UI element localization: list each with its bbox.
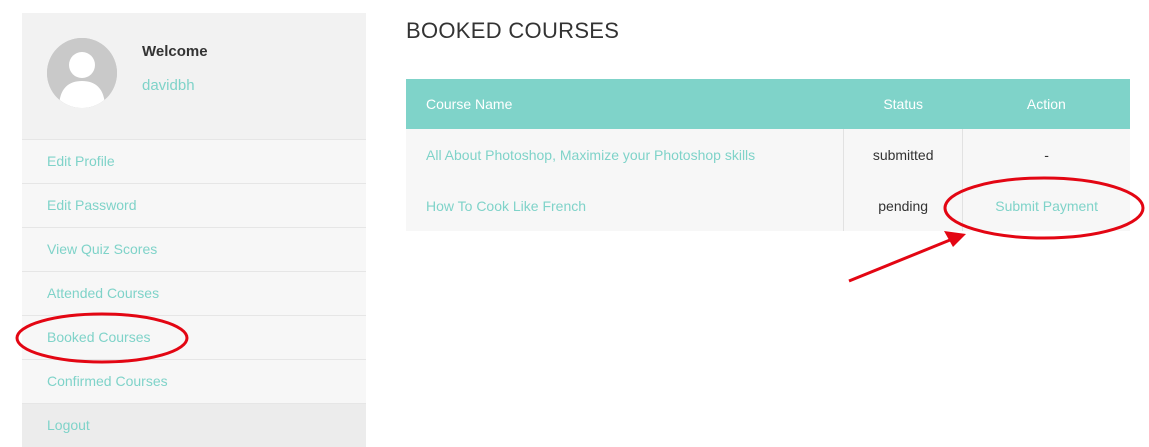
sidebar-item-attended-courses[interactable]: Attended Courses — [22, 271, 366, 315]
sidebar-item-confirmed-courses[interactable]: Confirmed Courses — [22, 359, 366, 403]
avatar — [47, 38, 117, 108]
profile-panel: Welcome davidbh — [22, 13, 366, 139]
sidebar-item-edit-profile[interactable]: Edit Profile — [22, 139, 366, 183]
user-silhouette-icon — [47, 38, 117, 108]
sidebar-item-logout[interactable]: Logout — [22, 403, 366, 447]
action-cell: Submit Payment — [962, 180, 1130, 231]
sidebar-menu: Edit Profile Edit Password View Quiz Sco… — [22, 139, 366, 447]
course-name-cell: All About Photoshop, Maximize your Photo… — [406, 129, 845, 180]
sidebar: Welcome davidbh Edit Profile Edit Passwo… — [22, 13, 366, 447]
booked-courses-table: Course Name Status Action All About Phot… — [406, 79, 1130, 231]
column-header-course-name: Course Name — [406, 79, 844, 129]
sidebar-item-edit-password[interactable]: Edit Password — [22, 183, 366, 227]
table-header-row: Course Name Status Action — [406, 79, 1130, 129]
column-header-action: Action — [962, 79, 1130, 129]
status-cell: pending — [843, 180, 964, 231]
column-header-status: Status — [843, 79, 963, 129]
sidebar-item-view-quiz-scores[interactable]: View Quiz Scores — [22, 227, 366, 271]
course-name-link[interactable]: All About Photoshop, Maximize your Photo… — [426, 147, 755, 163]
status-cell: submitted — [843, 129, 964, 180]
sidebar-item-booked-courses[interactable]: Booked Courses — [22, 315, 366, 359]
welcome-text: Welcome — [142, 43, 208, 60]
course-name-link[interactable]: How To Cook Like French — [426, 198, 586, 214]
page-title: BOOKED COURSES — [406, 18, 620, 43]
username[interactable]: davidbh — [142, 77, 195, 94]
table-row: All About Photoshop, Maximize your Photo… — [406, 129, 1130, 180]
arrow-line — [848, 238, 951, 283]
table-row: How To Cook Like French pending Submit P… — [406, 180, 1130, 231]
arrow-head-icon — [944, 231, 966, 247]
course-name-cell: How To Cook Like French — [406, 180, 845, 231]
page: Welcome davidbh Edit Profile Edit Passwo… — [0, 0, 1149, 447]
action-cell: - — [962, 129, 1130, 180]
submit-payment-link[interactable]: Submit Payment — [995, 198, 1098, 214]
